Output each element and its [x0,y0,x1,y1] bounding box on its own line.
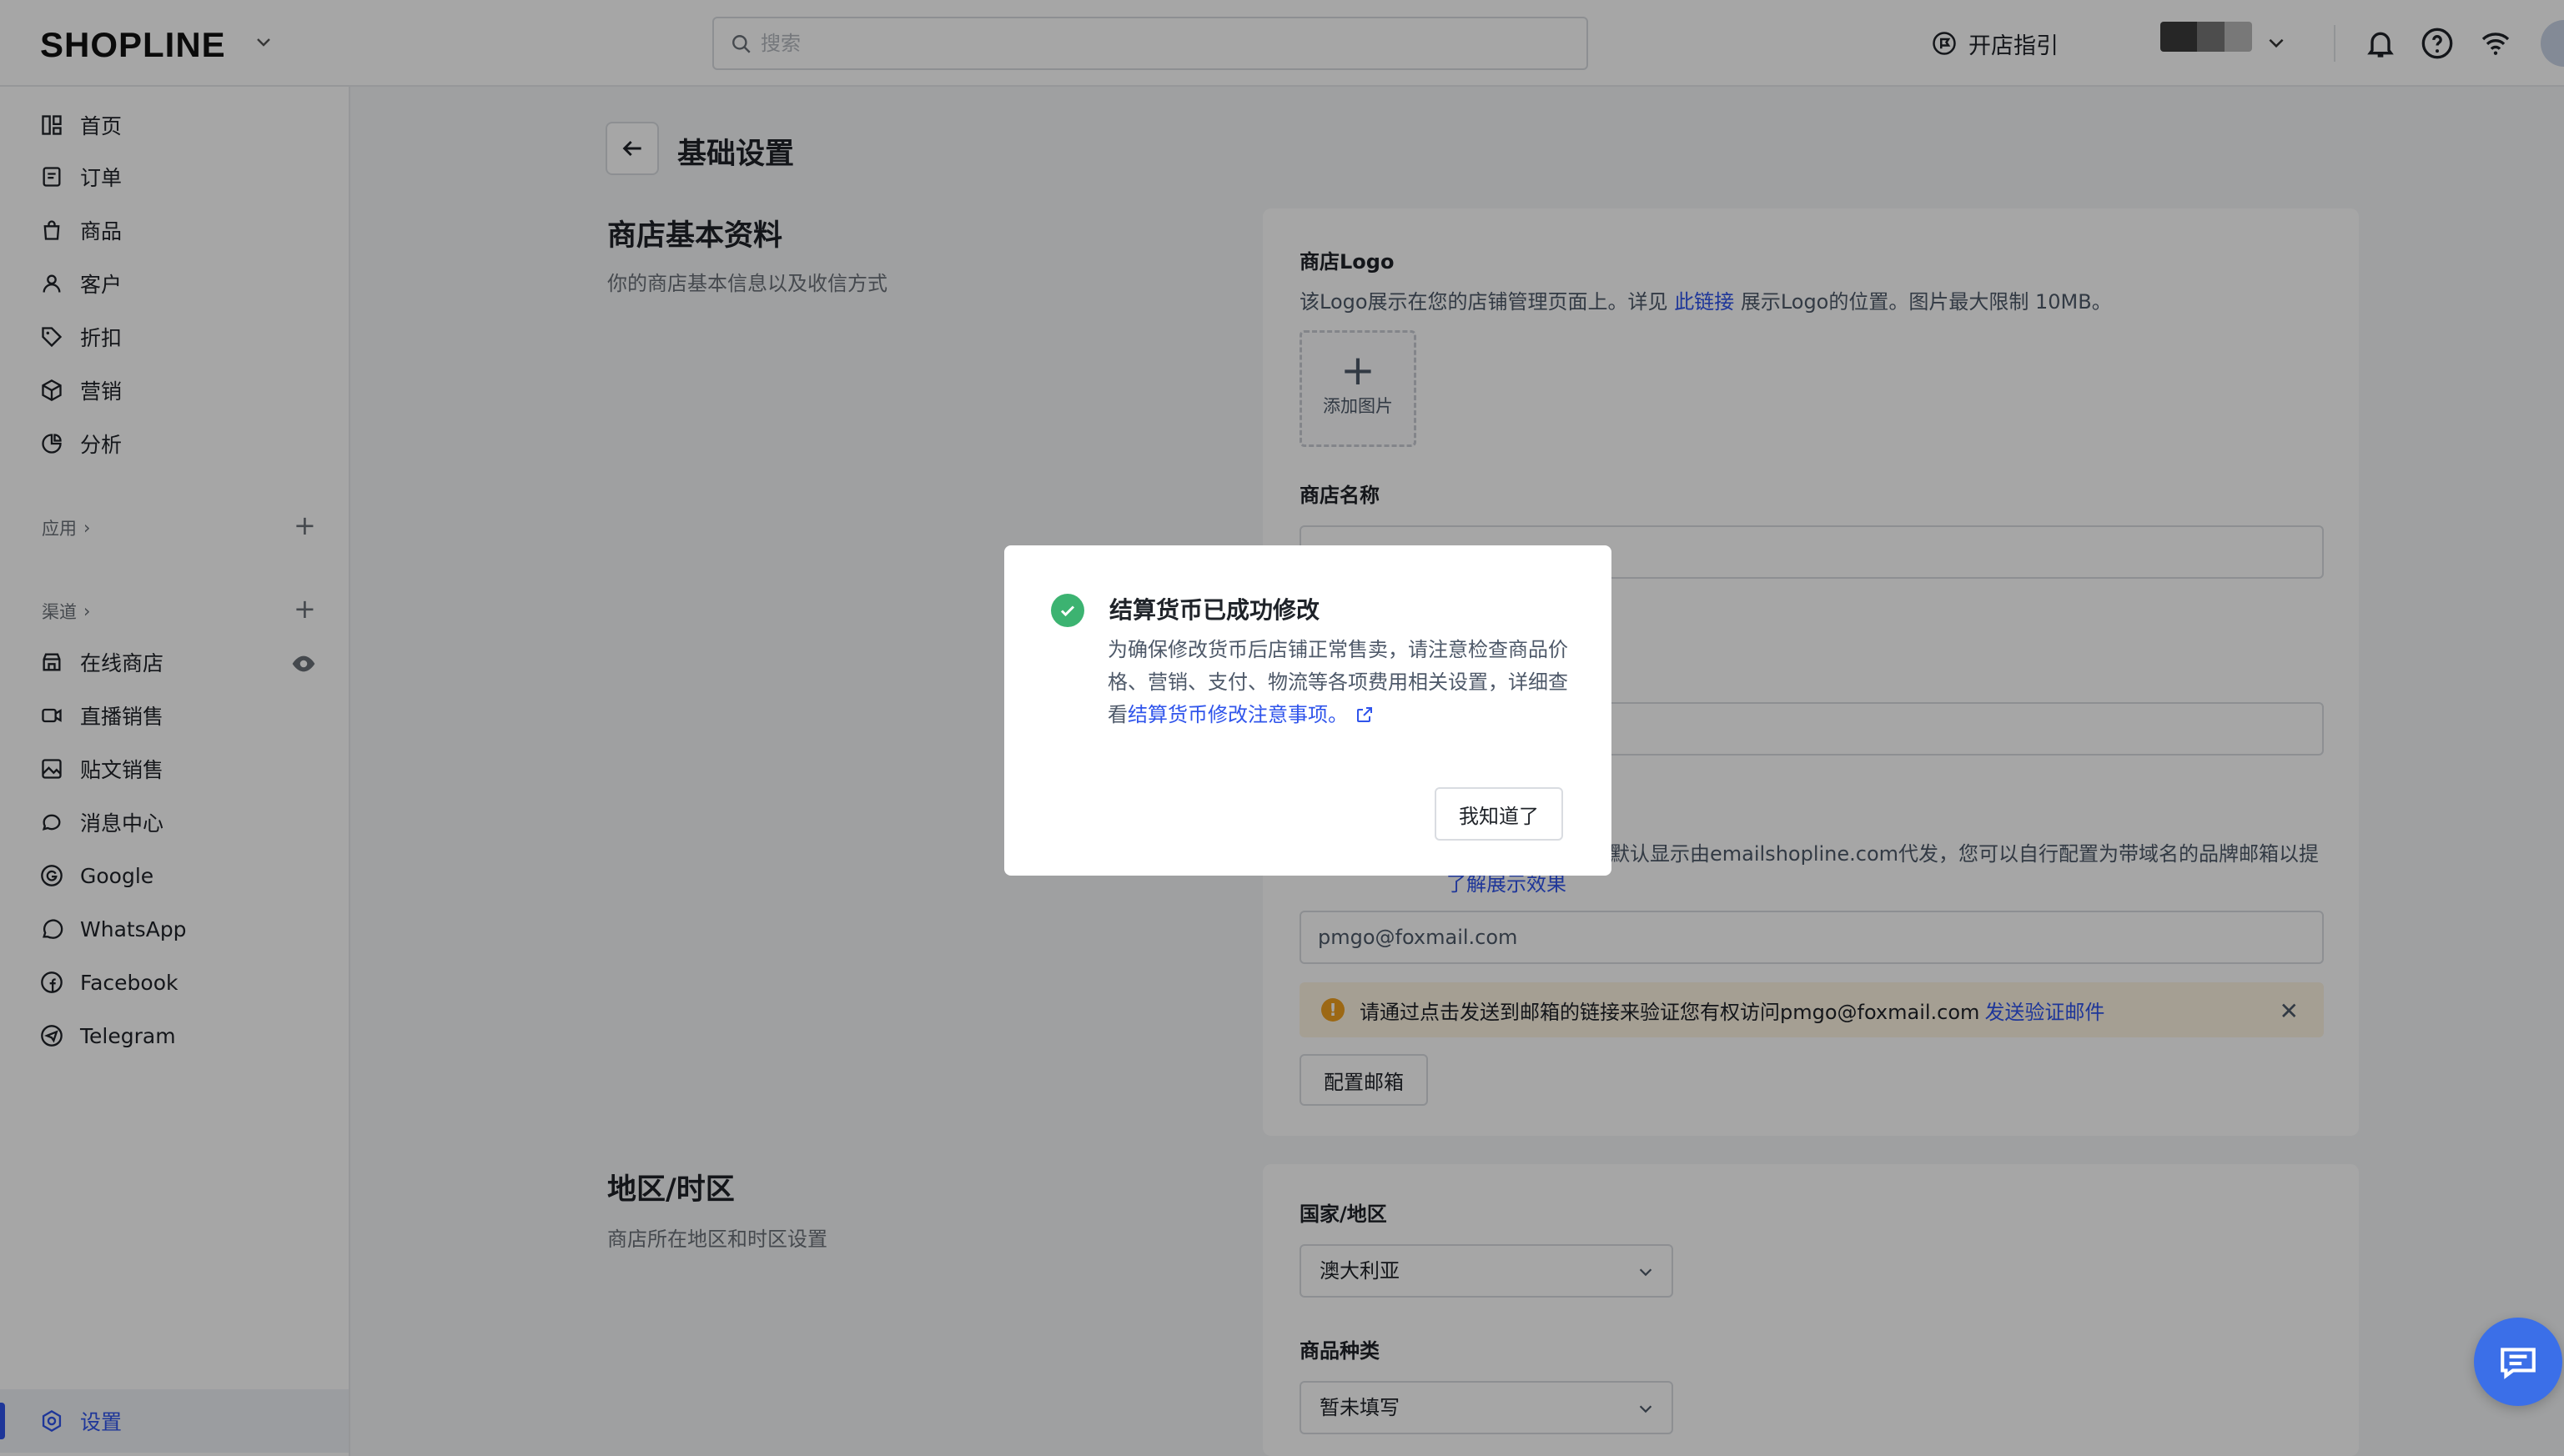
currency-notes-link[interactable]: 结算货币修改注意事项。 [1128,703,1348,726]
currency-changed-dialog: 结算货币已成功修改 为确保修改货币后店铺正常售卖，请注意检查商品价格、营销、支付… [1004,545,1611,876]
got-it-button[interactable]: 我知道了 [1435,787,1563,841]
dialog-body: 为确保修改货币后店铺正常售卖，请注意检查商品价格、营销、支付、物流等各项费用相关… [1108,634,1575,731]
external-link-icon[interactable] [1355,705,1375,725]
dialog-title: 结算货币已成功修改 [1109,596,1320,624]
message-icon [2501,1348,2536,1379]
success-check-icon [1051,594,1084,627]
chat-support-button[interactable] [2474,1318,2562,1406]
